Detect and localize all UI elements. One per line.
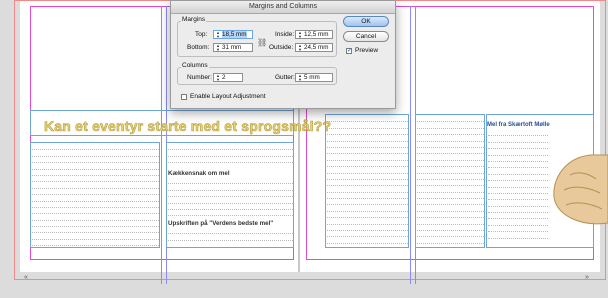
body-text-column-1 [32, 144, 159, 246]
inside-label: Inside: [275, 31, 295, 38]
stepper-arrows-icon[interactable]: ▲ ▼ [297, 30, 303, 39]
chain-link-icon[interactable]: ⛓ [257, 38, 267, 47]
columns-group-label: Columns [181, 62, 209, 69]
ok-button[interactable]: OK [343, 16, 389, 27]
outside-margin-field[interactable]: ▲ ▼ 24,5 mm [295, 43, 333, 52]
stepper-arrows-icon[interactable]: ▲ ▼ [215, 30, 221, 39]
checkmark-icon: ✓ [347, 48, 353, 54]
body-text-column-4 [417, 116, 484, 246]
preview-checkbox[interactable]: ✓ [346, 48, 352, 54]
stepper-arrows-icon[interactable]: ▲ ▼ [215, 73, 221, 82]
sidebar-title: Mel fra Skærtoft Mølle [487, 122, 550, 128]
sub-heading-1: Kækkensnak om mel [168, 170, 230, 177]
column-guide [410, 6, 411, 284]
cancel-button[interactable]: Cancel [343, 31, 389, 42]
body-text-column-2-bottom [168, 228, 293, 246]
margins-group-label: Margins [181, 16, 207, 23]
column-number-value: 2 [222, 74, 226, 81]
body-text-column-2-top [168, 144, 293, 168]
gutter-field[interactable]: ▲ ▼ 5 mm [295, 73, 333, 82]
bread-image[interactable] [540, 135, 608, 230]
dialog-title: Margins and Columns [171, 1, 395, 14]
body-text-column-2-mid [168, 178, 293, 218]
column-number-field[interactable]: ▲ ▼ 2 [213, 73, 243, 82]
top-margin-field[interactable]: ▲ ▼ 18,5 mm [213, 30, 253, 39]
page-nav-right[interactable]: » [585, 274, 589, 281]
stepper-arrows-icon[interactable]: ▲ ▼ [215, 43, 221, 52]
margins-and-columns-dialog[interactable]: Margins and Columns Margins Top: ▲ ▼ 18,5… [170, 0, 396, 109]
body-text-column-3 [327, 116, 408, 246]
bottom-margin-field[interactable]: ▲ ▼ 31 mm [213, 43, 253, 52]
bottom-margin-value: 31 mm [222, 44, 242, 51]
enable-layout-adjustment-checkbox[interactable] [181, 94, 187, 100]
outside-label: Outside: [269, 44, 294, 51]
sidebar-text [488, 130, 548, 244]
page-nav-left[interactable]: « [24, 274, 28, 281]
number-label: Number: [187, 74, 212, 81]
bottom-label: Bottom: [187, 44, 210, 51]
outside-margin-value: 24,5 mm [304, 44, 329, 51]
column-guide [161, 6, 162, 284]
stepper-arrows-icon[interactable]: ▲ ▼ [297, 43, 303, 52]
stepper-arrows-icon[interactable]: ▲ ▼ [297, 73, 303, 82]
gutter-value: 5 mm [304, 74, 320, 81]
preview-label: Preview [355, 47, 379, 54]
inside-margin-value: 12,5 mm [304, 31, 329, 38]
gutter-label: Gutter: [275, 74, 295, 81]
inside-margin-field[interactable]: ▲ ▼ 12,5 mm [295, 30, 333, 39]
article-headline: Kan et eventyr starte med et sprogsmål?? [44, 118, 332, 135]
sub-heading-2: Upskriften på "Verdens bedste mel" [168, 220, 274, 227]
top-label: Top: [195, 31, 208, 38]
top-margin-value: 18,5 mm [222, 31, 247, 38]
enable-layout-adjustment-label: Enable Layout Adjustment [190, 93, 266, 100]
